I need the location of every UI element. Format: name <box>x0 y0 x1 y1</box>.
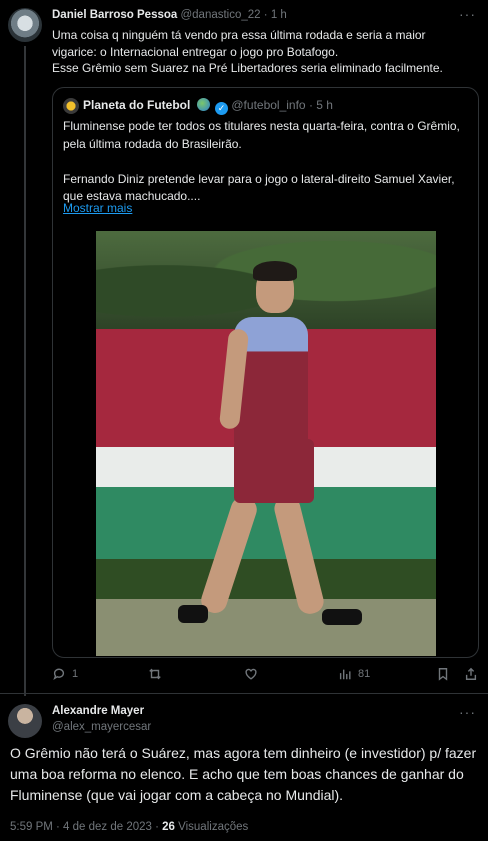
more-options-icon[interactable]: ··· <box>459 6 476 22</box>
tweet-main: Alexandre Mayer @alex_mayercesar ··· O G… <box>0 694 488 841</box>
quoted-time[interactable]: 5 h <box>316 98 333 112</box>
reply-button[interactable]: 1 <box>52 667 78 681</box>
avatar[interactable] <box>8 704 42 738</box>
tweet-time[interactable]: 1 h <box>271 9 287 21</box>
share-icon <box>465 667 477 680</box>
bookmark-icon <box>438 668 448 681</box>
avatar[interactable] <box>8 8 42 42</box>
quoted-author-name[interactable]: Planeta do Futebol <box>83 98 190 112</box>
views-count: 81 <box>358 668 371 680</box>
author-handle[interactable]: @alex_mayercesar <box>52 721 151 733</box>
tweet-text-line: Esse Grêmio sem Suarez na Pré Libertador… <box>52 61 443 75</box>
views-count: 26 <box>162 821 175 833</box>
separator: · <box>263 9 268 21</box>
tweet-meta: 5:59 PM · 4 de dez de 2023 · 26 Visualiz… <box>10 821 248 833</box>
tweet-parent[interactable]: Daniel Barroso Pessoa @danastico_22 · 1 … <box>0 0 488 696</box>
views-button[interactable]: 81 <box>338 667 370 681</box>
more-options-icon[interactable]: ··· <box>459 704 476 720</box>
verified-badge-icon: ✓ <box>215 102 229 115</box>
views-label: Visualizações <box>174 821 249 833</box>
quoted-tweet[interactable]: Planeta do Futebol ✓ @futebol_info · 5 h… <box>52 87 479 658</box>
person-leg <box>198 493 260 617</box>
photo-person <box>176 259 366 639</box>
retweet-icon <box>149 668 161 680</box>
tweet-header: Daniel Barroso Pessoa @danastico_22 · 1 … <box>52 9 287 21</box>
views-chart-icon <box>339 669 351 680</box>
tweet-photo[interactable] <box>96 231 436 656</box>
quoted-avatar[interactable] <box>63 98 79 114</box>
author-handle[interactable]: @danastico_22 <box>180 9 260 21</box>
quoted-header: Planeta do Futebol ✓ @futebol_info · 5 h <box>83 98 333 115</box>
author-name[interactable]: Alexandre Mayer <box>52 705 144 717</box>
globe-icon <box>196 98 210 111</box>
quoted-author-handle[interactable]: @futebol_info <box>231 98 305 112</box>
retweet-button[interactable] <box>148 667 162 681</box>
quoted-paragraph: Fluminense pode ter todos os titulares n… <box>63 119 460 151</box>
like-button[interactable] <box>244 667 258 681</box>
tweet-text-line: Uma coisa q ninguém tá vendo pra essa úl… <box>52 28 426 42</box>
tweet-text: Uma coisa q ninguém tá vendo pra essa úl… <box>52 27 477 77</box>
tweet-text: O Grêmio não terá o Suárez, mas agora te… <box>10 745 477 803</box>
thread-line <box>24 46 26 696</box>
reply-icon <box>53 668 65 680</box>
person-shoe <box>178 605 208 623</box>
bookmark-button[interactable] <box>436 667 450 681</box>
author-name[interactable]: Daniel Barroso Pessoa <box>52 9 177 21</box>
separator: · <box>308 98 313 112</box>
person-shorts <box>234 439 314 503</box>
tweet-timestamp[interactable]: 5:59 PM · 4 de dez de 2023 · <box>10 821 162 833</box>
reply-count: 1 <box>72 668 79 680</box>
person-hair <box>253 261 297 281</box>
person-shoe <box>322 609 362 625</box>
heart-icon <box>245 668 257 680</box>
tweet-text-line: vigarice: o Internacional entregar o jog… <box>52 44 339 59</box>
tweet-actions: 1 81 <box>52 667 482 685</box>
person-leg <box>271 493 327 617</box>
share-button[interactable] <box>464 667 478 681</box>
show-more-link[interactable]: Mostrar mais <box>63 201 132 215</box>
